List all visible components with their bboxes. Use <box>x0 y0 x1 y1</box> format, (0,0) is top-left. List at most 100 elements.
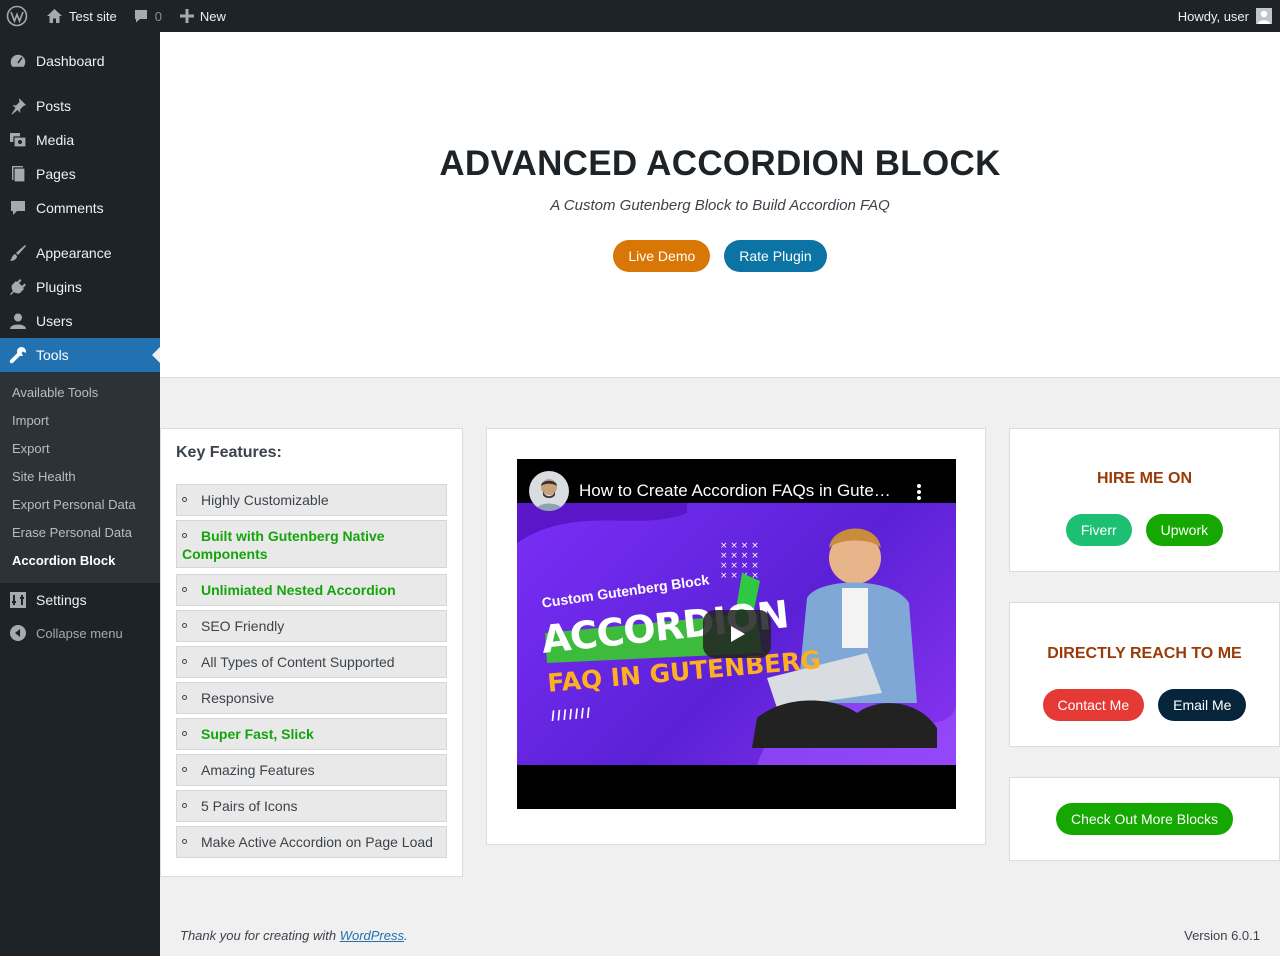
page-subtitle: A Custom Gutenberg Block to Build Accord… <box>550 197 890 214</box>
footer-suffix: . <box>404 928 408 943</box>
sidebar-item-comments[interactable]: Comments <box>0 191 160 225</box>
fiverr-button[interactable]: Fiverr <box>1065 514 1132 546</box>
bullet-icon <box>182 695 187 700</box>
new-content-link[interactable]: New <box>170 0 234 32</box>
feature-item: Built with Gutenberg Native Components <box>176 520 447 568</box>
sidebar-item-settings[interactable]: Settings <box>0 583 160 617</box>
svg-text:× × × ×: × × × × <box>720 551 759 561</box>
feature-item: Highly Customizable <box>176 484 447 516</box>
youtube-embed[interactable]: × × × × × × × × × × × × × × × × Custom Gute… <box>517 459 956 809</box>
hire-me-card: HIRE ME ON Fiverr Upwork <box>1009 428 1280 572</box>
page-title: ADVANCED ACCORDION BLOCK <box>439 144 1001 183</box>
current-menu-arrow <box>152 347 160 363</box>
bullet-icon <box>182 731 187 736</box>
comments-link[interactable]: 0 <box>125 0 170 32</box>
comment-icon <box>133 8 149 24</box>
sidebar-item-tools[interactable]: Tools <box>0 338 160 372</box>
sidebar-item-dashboard[interactable]: Dashboard <box>0 44 160 78</box>
comments-count: 0 <box>154 8 162 24</box>
bullet-icon <box>182 767 187 772</box>
site-name: Test site <box>69 8 117 24</box>
admin-sidebar: Dashboard Posts Media Pages Comments App… <box>0 32 160 956</box>
sidebar-item-posts[interactable]: Posts <box>0 89 160 123</box>
collapse-icon <box>0 625 36 641</box>
bullet-icon <box>182 533 187 538</box>
video-card: × × × × × × × × × × × × × × × × Custom Gute… <box>486 428 986 845</box>
sidebar-item-label: Dashboard <box>36 53 105 69</box>
sidebar-item-label: Posts <box>36 98 72 114</box>
dashboard-icon <box>0 52 36 70</box>
user-icon <box>0 312 36 330</box>
more-options-icon[interactable] <box>915 483 923 501</box>
pages-icon <box>0 165 36 183</box>
sidebar-item-pages[interactable]: Pages <box>0 157 160 191</box>
plus-icon <box>179 9 194 23</box>
check-out-more-blocks-button[interactable]: Check Out More Blocks <box>1055 803 1234 835</box>
email-me-button[interactable]: Email Me <box>1158 689 1247 721</box>
sidebar-item-media[interactable]: Media <box>0 123 160 157</box>
wordpress-logo[interactable] <box>0 0 36 32</box>
submenu-item-site-health[interactable]: Site Health <box>12 469 76 484</box>
features-heading: Key Features: <box>176 444 282 461</box>
sidebar-item-label: Comments <box>36 200 104 216</box>
comment-icon <box>0 199 36 217</box>
sidebar-item-label: Tools <box>36 347 69 363</box>
play-button[interactable] <box>703 610 771 658</box>
upwork-button[interactable]: Upwork <box>1145 514 1224 546</box>
hero-banner: ADVANCED ACCORDION BLOCK A Custom Gutenb… <box>160 32 1280 378</box>
submenu-item-import[interactable]: Import <box>12 413 49 428</box>
feature-item: Super Fast, Slick <box>176 718 447 750</box>
svg-text:× × × ×: × × × × <box>720 541 759 551</box>
feature-item: All Types of Content Supported <box>176 646 447 678</box>
submenu-item-export[interactable]: Export <box>12 441 50 456</box>
hire-heading: HIRE ME ON <box>1096 470 1193 487</box>
sidebar-item-label: Plugins <box>36 279 82 295</box>
feature-item: 5 Pairs of Icons <box>176 790 447 822</box>
play-icon <box>731 626 745 642</box>
bullet-icon <box>182 623 187 628</box>
new-label: New <box>199 8 226 24</box>
media-icon <box>0 131 36 149</box>
feature-item: SEO Friendly <box>176 610 447 642</box>
tools-submenu: Available Tools Import Export Site Healt… <box>0 372 160 583</box>
wordpress-link[interactable]: WordPress <box>340 928 404 943</box>
sidebar-item-label: Pages <box>36 166 76 182</box>
submenu-item-export-personal-data[interactable]: Export Personal Data <box>12 497 136 512</box>
wordpress-icon <box>6 5 28 27</box>
sidebar-item-appearance[interactable]: Appearance <box>0 236 160 270</box>
feature-item: Make Active Accordion on Page Load <box>176 826 447 858</box>
channel-avatar[interactable] <box>529 471 569 511</box>
sidebar-item-users[interactable]: Users <box>0 304 160 338</box>
footer-thanks: Thank you for creating with WordPress. <box>180 928 408 943</box>
site-name-link[interactable]: Test site <box>36 0 125 32</box>
key-features-card: Key Features: Highly Customizable Built … <box>160 428 463 877</box>
bullet-icon <box>182 497 187 502</box>
plug-icon <box>0 278 36 296</box>
submenu-item-available-tools[interactable]: Available Tools <box>12 385 98 400</box>
video-title[interactable]: How to Create Accordion FAQs in Gute… <box>579 481 891 501</box>
live-demo-button[interactable]: Live Demo <box>613 240 711 272</box>
svg-text:× × × ×: × × × × <box>720 561 759 571</box>
settings-icon <box>0 591 36 609</box>
rate-plugin-button[interactable]: Rate Plugin <box>724 240 827 272</box>
collapse-menu-button[interactable]: Collapse menu <box>0 616 160 650</box>
sidebar-item-plugins[interactable]: Plugins <box>0 270 160 304</box>
reach-buttons: Contact Me Email Me <box>1010 689 1279 721</box>
sidebar-item-label: Appearance <box>36 245 112 261</box>
submenu-item-erase-personal-data[interactable]: Erase Personal Data <box>12 525 132 540</box>
footer-version: Version 6.0.1 <box>1184 928 1260 943</box>
contact-me-button[interactable]: Contact Me <box>1042 689 1145 721</box>
home-icon <box>46 8 63 24</box>
hero-buttons: Live Demo Rate Plugin <box>160 240 1280 272</box>
submenu-item-accordion-block[interactable]: Accordion Block <box>12 553 115 568</box>
sidebar-item-label: Settings <box>36 592 87 608</box>
feature-item: Unlimiated Nested Accordion <box>176 574 447 606</box>
my-account[interactable]: Howdy, user <box>1170 0 1280 32</box>
sidebar-item-label: Media <box>36 132 75 148</box>
bullet-icon <box>182 659 187 664</box>
bullet-icon <box>182 839 187 844</box>
admin-bar: Test site 0 New Howdy, user <box>0 0 1280 32</box>
more-blocks-card: Check Out More Blocks <box>1009 777 1280 861</box>
sidebar-item-label: Users <box>36 313 73 329</box>
avatar <box>1256 8 1272 24</box>
